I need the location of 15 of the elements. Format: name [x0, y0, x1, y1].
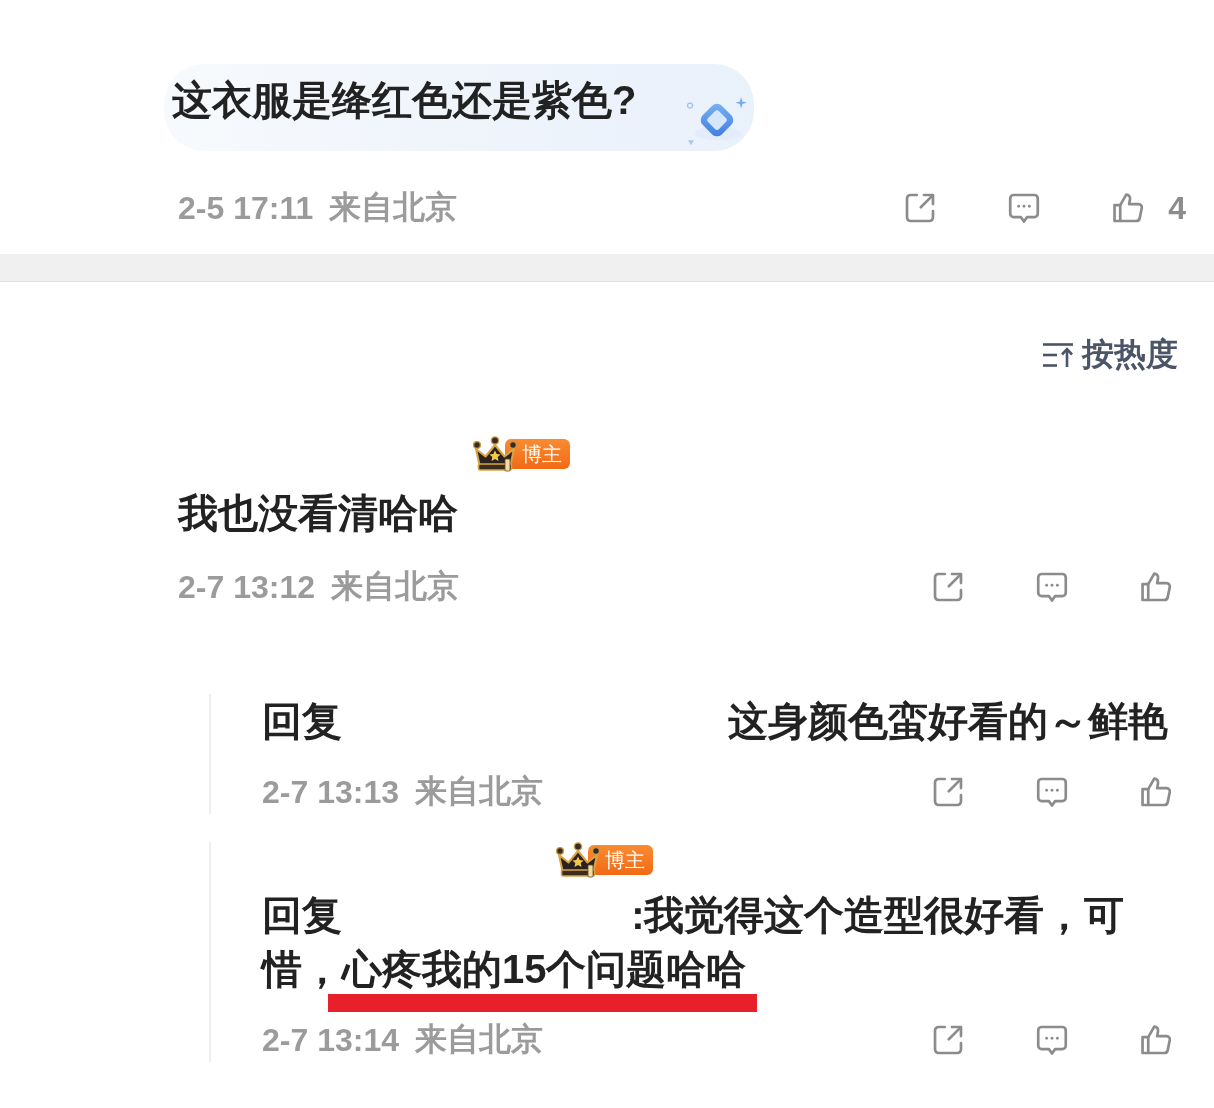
timestamp: 2-7 13:13 — [262, 773, 399, 811]
location-label: 来自北京 — [415, 1020, 543, 1059]
comment-text: 这衣服是绛红色还是紫色? — [172, 77, 637, 124]
reply-text: 回复 :我觉得这个造型很好看，可惜，心疼我的15个问题哈哈 — [262, 892, 1126, 993]
timestamp: 2-5 17:11 — [178, 189, 314, 227]
like-count: 4 — [1168, 189, 1186, 227]
sort-icon — [1043, 342, 1075, 368]
comment-text: 我也没看清哈哈 — [178, 490, 458, 537]
timestamp: 2-7 13:12 — [178, 568, 315, 606]
location-label: 来自北京 — [329, 188, 458, 227]
reply-text: 回复 这身颜色蛮好看的～鲜艳 — [262, 698, 1170, 745]
location-label: 来自北京 — [415, 772, 543, 811]
timestamp: 2-7 13:14 — [262, 1021, 399, 1059]
location-label: 来自北京 — [331, 567, 459, 606]
sort-button[interactable]: 按热度 — [1043, 333, 1178, 377]
